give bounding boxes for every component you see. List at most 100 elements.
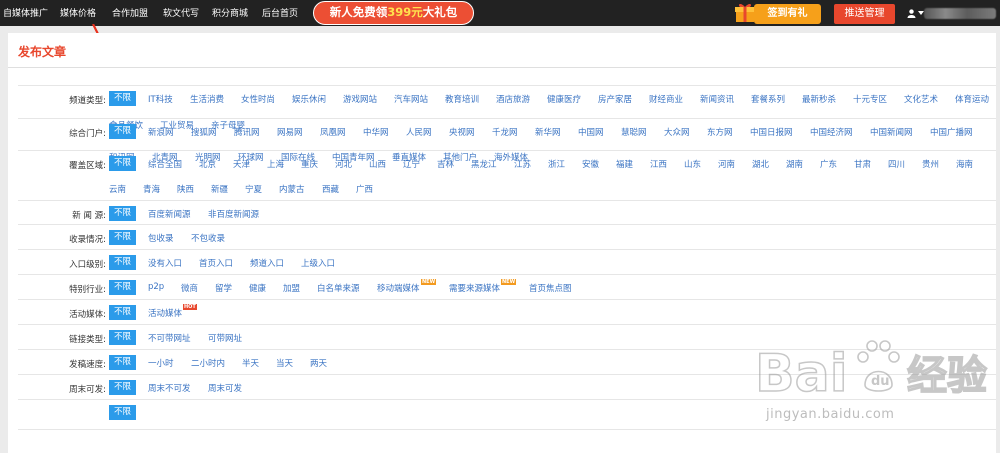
checkin-button[interactable]: 签到有礼 [754,4,821,24]
filter-option[interactable]: 百度新闻源 [148,208,191,220]
filter-option[interactable]: 广东 [820,158,837,170]
filter-option[interactable]: 健康 [249,282,266,294]
filter-option[interactable]: 千龙网 [492,126,518,138]
filter-option[interactable]: 腾讯网 [234,126,260,138]
filter-option-unlimited[interactable]: 不限 [109,230,137,245]
filter-option[interactable]: 黑龙江 [471,158,497,170]
filter-option[interactable]: 一小时 [148,357,174,369]
filter-option[interactable]: 四川 [888,158,905,170]
filter-option[interactable]: 甘肃 [854,158,871,170]
filter-option[interactable]: 重庆 [301,158,318,170]
filter-option[interactable]: 福建 [616,158,633,170]
filter-option[interactable]: 辽宁 [403,158,420,170]
filter-option[interactable]: 新疆 [211,183,228,195]
filter-option[interactable]: 江苏 [514,158,531,170]
filter-option-unlimited[interactable]: 不限 [109,124,137,139]
filter-option[interactable]: 房产家居 [598,93,632,105]
filter-option[interactable]: 综合全国 [148,158,182,170]
filter-option[interactable]: 湖南 [786,158,803,170]
push-management-button[interactable]: 推送管理 [834,4,895,24]
filter-option[interactable]: 新浪网 [148,126,174,138]
filter-option[interactable]: 当天 [276,357,293,369]
nav-item-points-mall[interactable]: 积分商城 [212,6,248,19]
filter-option[interactable]: 娱乐休闲 [292,93,326,105]
filter-option-unlimited[interactable]: 不限 [109,255,137,270]
filter-option[interactable]: 人民网 [406,126,432,138]
filter-option[interactable]: 移动端媒体 [377,282,420,294]
filter-option[interactable]: 女性时尚 [241,93,275,105]
filter-option[interactable]: 慧聪网 [621,126,647,138]
filter-option[interactable]: 大众网 [664,126,690,138]
filter-option-unlimited[interactable]: 不限 [109,330,137,345]
filter-option[interactable]: 没有入口 [148,257,182,269]
filter-option[interactable]: 周末可发 [208,382,242,394]
filter-option-unlimited[interactable]: 不限 [109,206,137,221]
filter-option[interactable]: 首页焦点图 [529,282,572,294]
filter-option[interactable]: 体育运动 [955,93,989,105]
filter-option[interactable]: 最新秒杀 [802,93,836,105]
filter-option[interactable]: 宁夏 [245,183,262,195]
nav-item-dashboard[interactable]: 后台首页 [262,6,298,19]
filter-option[interactable]: 加盟 [283,282,300,294]
filter-option[interactable]: 两天 [310,357,327,369]
filter-option[interactable]: 贵州 [922,158,939,170]
filter-option[interactable]: 上海 [267,158,284,170]
filter-option[interactable]: 山西 [369,158,386,170]
filter-option-unlimited[interactable]: 不限 [109,305,137,320]
filter-option[interactable]: 留学 [215,282,232,294]
filter-option[interactable]: 海南 [956,158,973,170]
filter-option[interactable]: 二小时内 [191,357,225,369]
filter-option[interactable]: 江西 [650,158,667,170]
filter-option[interactable]: 可带网址 [208,332,242,344]
filter-option-unlimited[interactable]: 不限 [109,156,137,171]
filter-option[interactable]: 中国广播网 [930,126,973,138]
filter-option[interactable]: 云南 [109,183,126,195]
filter-option[interactable]: 游戏网站 [343,93,377,105]
filter-option[interactable]: 内蒙古 [279,183,305,195]
filter-option[interactable]: 中国新闻网 [870,126,913,138]
filter-option[interactable]: 套餐系列 [751,93,785,105]
filter-option[interactable]: 不可带网址 [148,332,191,344]
filter-option[interactable]: 河南 [718,158,735,170]
filter-option[interactable]: 活动媒体 [148,307,182,319]
filter-option[interactable]: 东方网 [707,126,733,138]
filter-option[interactable]: 频道入口 [250,257,284,269]
filter-option[interactable]: 新华网 [535,126,561,138]
filter-option[interactable]: 中国日报网 [750,126,793,138]
filter-option[interactable]: 微商 [181,282,198,294]
filter-option[interactable]: 湖北 [752,158,769,170]
filter-option[interactable]: 浙江 [548,158,565,170]
filter-option[interactable]: 非百度新闻源 [208,208,259,220]
filter-option[interactable]: 半天 [242,357,259,369]
filter-option[interactable]: 中国网 [578,126,604,138]
filter-option-unlimited[interactable]: 不限 [109,380,137,395]
nav-item-writing[interactable]: 软文代写 [163,6,199,19]
filter-option[interactable]: 白名单来源 [317,282,360,294]
nav-item-media-price[interactable]: 媒体价格 [60,6,96,19]
filter-option[interactable]: 需要来源媒体 [449,282,500,294]
filter-option[interactable]: 包收录 [148,232,174,244]
filter-option[interactable]: 山东 [684,158,701,170]
filter-option-unlimited[interactable]: 不限 [109,280,137,295]
filter-option[interactable]: 健康医疗 [547,93,581,105]
filter-option[interactable]: 青海 [143,183,160,195]
filter-option[interactable]: 河北 [335,158,352,170]
filter-option[interactable]: 吉林 [437,158,454,170]
filter-option[interactable]: 安徽 [582,158,599,170]
filter-option[interactable]: 央视网 [449,126,475,138]
filter-option[interactable]: 财经商业 [649,93,683,105]
filter-option[interactable]: 首页入口 [199,257,233,269]
promo-banner-button[interactable]: 新人免费领399元大礼包 [313,1,474,25]
filter-option[interactable]: 十元专区 [853,93,887,105]
filter-option[interactable]: 上级入口 [301,257,335,269]
filter-option[interactable]: 汽车网站 [394,93,428,105]
filter-option[interactable]: 不包收录 [191,232,225,244]
filter-option[interactable]: p2p [148,282,164,292]
filter-option[interactable]: 北京 [199,158,216,170]
filter-option[interactable]: 文化艺术 [904,93,938,105]
filter-option[interactable]: 教育培训 [445,93,479,105]
filter-option[interactable]: 天津 [233,158,250,170]
filter-option-unlimited[interactable]: 不限 [109,355,137,370]
filter-option-unlimited[interactable]: 不限 [109,91,137,106]
filter-option[interactable]: 酒店旅游 [496,93,530,105]
